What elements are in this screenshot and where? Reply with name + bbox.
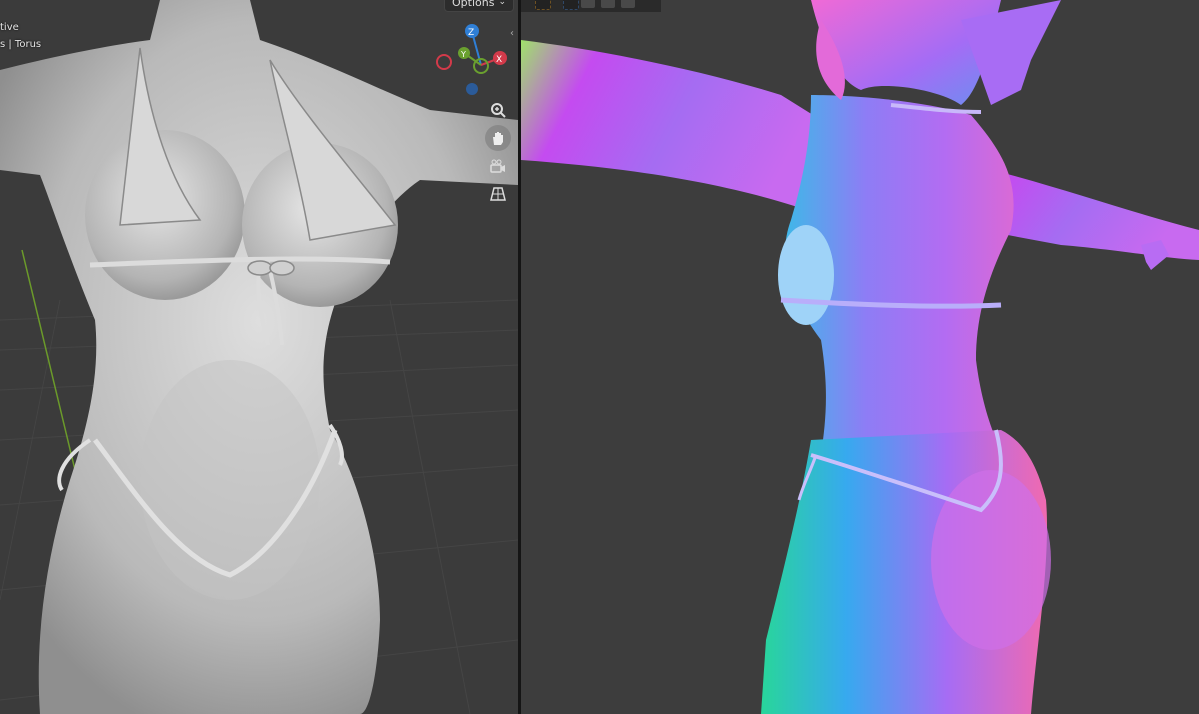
model-normal-shaded [521, 0, 1199, 714]
gizmo-y-label: Y [460, 50, 466, 59]
hand-pan-icon[interactable] [485, 125, 511, 151]
gizmo-z-label: Z [468, 28, 474, 38]
right-viewport-canvas[interactable] [521, 0, 1199, 714]
left-viewport-canvas[interactable] [0, 0, 518, 714]
left-viewport[interactable]: tive s | Torus Options ⌄ ‹ Z X Y [0, 0, 518, 714]
model-body [0, 0, 518, 714]
right-viewport[interactable] [521, 0, 1199, 714]
gizmo-neg-y-axis [473, 58, 489, 74]
options-label: Options [452, 0, 495, 9]
gizmo-x-label: X [496, 55, 502, 65]
right-header-strip [521, 0, 661, 12]
camera-icon[interactable] [485, 154, 511, 180]
interaction-mode-label: tive [0, 22, 19, 33]
perspective-grid-icon[interactable] [485, 181, 511, 207]
options-button[interactable]: Options ⌄ [444, 0, 514, 12]
active-object-label: s | Torus [0, 39, 42, 50]
navigation-gizmo[interactable]: Z X Y [434, 20, 514, 100]
zoom-icon[interactable] [485, 97, 511, 123]
chevron-down-icon: ⌄ [498, 0, 506, 7]
gizmo-neg-x-axis [436, 54, 452, 70]
gizmo-neg-z-axis [466, 83, 478, 95]
